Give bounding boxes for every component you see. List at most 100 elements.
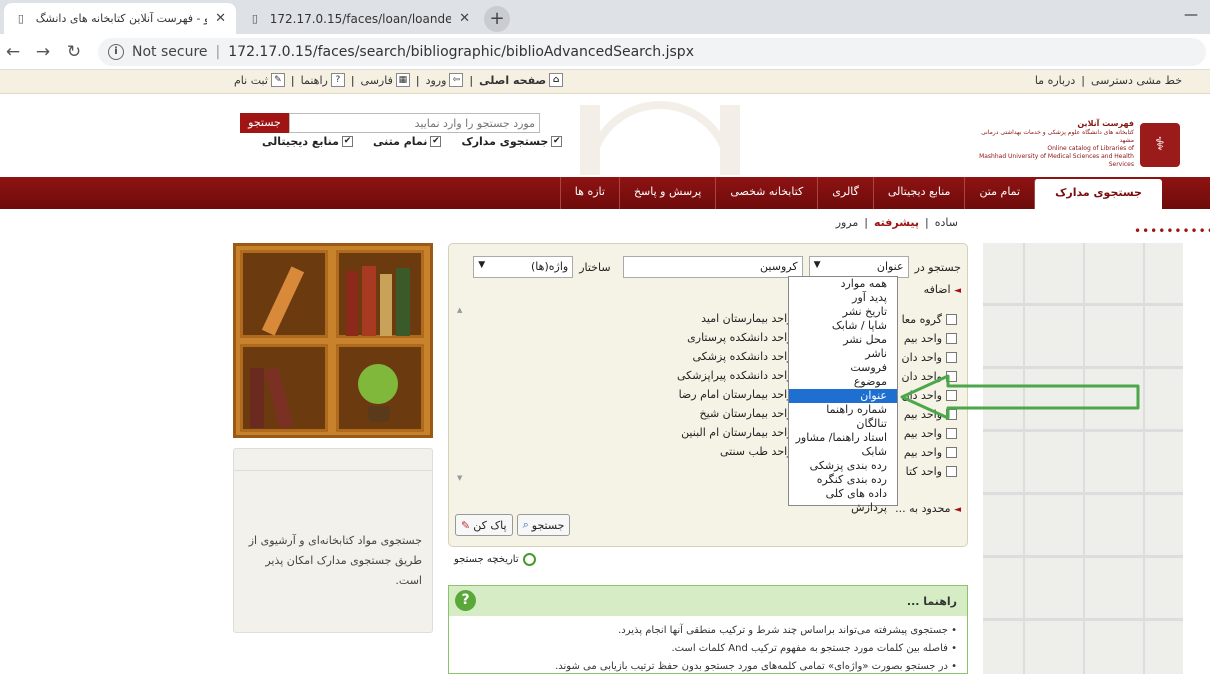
separator: | — [350, 73, 355, 87]
scrollbar[interactable]: ▲ ▼ — [457, 304, 469, 494]
dropdown-option[interactable]: تنالگان — [789, 417, 897, 431]
checkbox-checked-icon[interactable]: ✔ — [341, 136, 353, 147]
search-history-link[interactable]: تاریخچه جستجو — [454, 553, 536, 566]
structure-label: ساختار — [579, 260, 611, 274]
unit-label[interactable]: واحد بیمارستان ام البنین — [677, 426, 792, 445]
structure-select[interactable]: واژه(ها) ▼ — [473, 256, 574, 278]
shelf-divider — [1023, 243, 1025, 674]
dropdown-option[interactable]: همه موارد — [789, 277, 897, 291]
unit-checkbox-row[interactable]: واحد دان — [902, 348, 957, 367]
login-icon: ⇦ — [449, 73, 464, 87]
dropdown-option[interactable]: رده بندی کنگره — [789, 473, 897, 487]
limit-to-link[interactable]: ◄ محدود به ... — [895, 502, 961, 515]
checkbox-checked-icon[interactable]: ✔ — [430, 136, 442, 147]
new-tab-button[interactable]: + — [484, 6, 510, 32]
unit-label[interactable]: واحد دانشکده پیراپزشکی — [677, 369, 792, 388]
quick-search-input[interactable] — [289, 113, 540, 133]
unit-label[interactable]: واحد بیمارستان امام رضا — [677, 388, 793, 407]
dropdown-option[interactable]: تاریخ نشر — [789, 305, 897, 319]
policy-link[interactable]: خط مشی دسترسی — [1091, 74, 1182, 87]
dropdown-option[interactable]: داده های کلی پردازش — [789, 487, 897, 514]
clear-button[interactable]: ✎ پاک کن — [455, 514, 513, 536]
nav-new[interactable]: تازه ها — [559, 177, 619, 209]
tab-simple[interactable]: ساده — [935, 216, 958, 229]
add-condition-link[interactable]: ◄ اضافه — [924, 283, 961, 296]
unit-label[interactable]: واحد دانشکده پزشکی — [677, 350, 793, 369]
dropdown-option[interactable]: پدید آور — [789, 291, 897, 305]
search-button[interactable]: ⌕ جستجو — [516, 514, 571, 536]
units-column-2: واحد بیمارستان امید واحد دانشکده پرستاری… — [677, 312, 792, 464]
reload-icon[interactable]: ↻ — [63, 42, 85, 62]
search-row: جستجو در عنوان ▼ کروسین ساختار واژه(ها) … — [473, 256, 961, 278]
unit-label[interactable]: واحد بیمارستان شیخ — [677, 407, 793, 426]
tab-search[interactable]: ▯ جستجو - فهرست آنلاین کتابخانه های دانش… — [4, 3, 236, 34]
dropdown-option[interactable]: ناشر — [789, 347, 897, 361]
checkbox[interactable] — [946, 447, 957, 458]
site-logo[interactable]: فهرست آنلاین کتابخانه های دانشگاه علوم پ… — [974, 120, 1180, 169]
help-link[interactable]: ? راهنما — [301, 73, 345, 87]
book-shape — [380, 274, 392, 336]
field-select[interactable]: عنوان ▼ — [808, 256, 909, 278]
unit-label[interactable]: واحد طب سنتی — [677, 445, 793, 464]
unit-label: واحد دان — [901, 351, 942, 364]
language-link[interactable]: ▦ فارسی — [361, 73, 410, 87]
search-term-input[interactable]: کروسین — [622, 256, 803, 278]
clear-label: پاک کن — [473, 518, 507, 532]
guide-header: راهنما ... ? — [449, 586, 967, 616]
checkbox-checked-icon[interactable]: ✔ — [551, 136, 563, 147]
close-icon[interactable]: ✕ — [215, 11, 226, 26]
unit-checkbox-row[interactable]: واحد بیم — [902, 443, 957, 462]
minimize-icon[interactable]: — — [1150, 0, 1210, 34]
quick-search-button[interactable]: جستجو — [240, 113, 289, 133]
dropdown-option[interactable]: استاد راهنما/ مشاور — [789, 431, 897, 445]
nav-personal-library[interactable]: کتابخانه شخصی — [715, 177, 817, 209]
dropdown-option[interactable]: شاپا / شابک — [789, 319, 897, 333]
unit-label[interactable]: واحد بیمارستان امید — [677, 312, 792, 331]
unit-label: گروه معا — [901, 313, 942, 326]
dropdown-option[interactable]: شابک — [789, 445, 897, 459]
tab-browse[interactable]: مرور — [836, 216, 859, 229]
page-icon: ▯ — [251, 11, 258, 25]
login-link[interactable]: ⇦ ورود — [426, 73, 464, 87]
nav-gallery[interactable]: گالری — [817, 177, 873, 209]
forward-icon[interactable]: → — [32, 42, 54, 62]
tab-advanced[interactable]: پیشرفته — [874, 216, 919, 229]
info-sidebox: جستجوی مواد کتابخانه‌ای و آرشیوی از طریق… — [233, 448, 433, 633]
unit-checkbox-row[interactable]: گروه معا — [902, 310, 957, 329]
unit-checkbox-row[interactable]: واحد بیم — [902, 424, 957, 443]
checkbox[interactable] — [946, 352, 957, 363]
unit-checkbox-row[interactable]: واحد کتا — [902, 462, 957, 481]
info-icon[interactable]: i — [108, 44, 124, 60]
back-icon[interactable]: ← — [2, 42, 24, 62]
checkbox[interactable] — [946, 314, 957, 325]
unit-label: واحد بیم — [903, 332, 942, 345]
register-link[interactable]: ✎ ثبت نام — [234, 73, 285, 87]
checkbox[interactable] — [946, 428, 957, 439]
unit-checkbox-row[interactable]: واحد بیم — [902, 329, 957, 348]
language-label: فارسی — [360, 73, 393, 87]
dropdown-option[interactable]: شماره راهنما — [789, 403, 897, 417]
checkbox[interactable] — [946, 333, 957, 344]
green-arrow-annotation — [900, 374, 1140, 420]
guide-item: فاصله بین کلمات مورد جستجو به مفهوم ترکی… — [449, 640, 957, 658]
nav-qa[interactable]: پرسش و پاسخ — [618, 177, 715, 209]
dropdown-option[interactable]: رده بندی پزشکی — [789, 459, 897, 473]
nav-documents-search[interactable]: جستجوی مدارک — [1034, 179, 1162, 209]
url-field[interactable]: i Not secure | 172.17.0.15/faces/search/… — [98, 38, 1206, 66]
dropdown-option-selected[interactable]: عنوان — [789, 389, 897, 403]
dropdown-option[interactable]: فروست — [789, 361, 897, 375]
dropdown-option[interactable]: موضوع — [789, 375, 897, 389]
field-select-value: عنوان — [876, 260, 904, 273]
checkbox[interactable] — [946, 466, 957, 477]
nav-fulltext[interactable]: تمام متن — [964, 177, 1034, 209]
home-link[interactable]: ⌂ صفحه اصلی — [479, 73, 564, 87]
about-link[interactable]: درباره ما — [1035, 74, 1075, 87]
nav-digital-resources[interactable]: منابع دیجیتالی — [872, 177, 965, 209]
close-icon[interactable]: ✕ — [459, 11, 470, 26]
dropdown-option[interactable]: محل نشر — [789, 333, 897, 347]
unit-label[interactable]: واحد دانشکده پرستاری — [677, 331, 792, 350]
check-digital[interactable]: ✔ منابع دیجیتالی — [262, 135, 353, 148]
check-documents[interactable]: ✔ جستجوی مدارک — [461, 135, 563, 148]
tab-loandesk[interactable]: ▯ 172.17.0.15/faces/loan/loandesk/ ✕ — [238, 3, 480, 34]
check-fulltext[interactable]: ✔ نمام متنی — [373, 135, 442, 148]
